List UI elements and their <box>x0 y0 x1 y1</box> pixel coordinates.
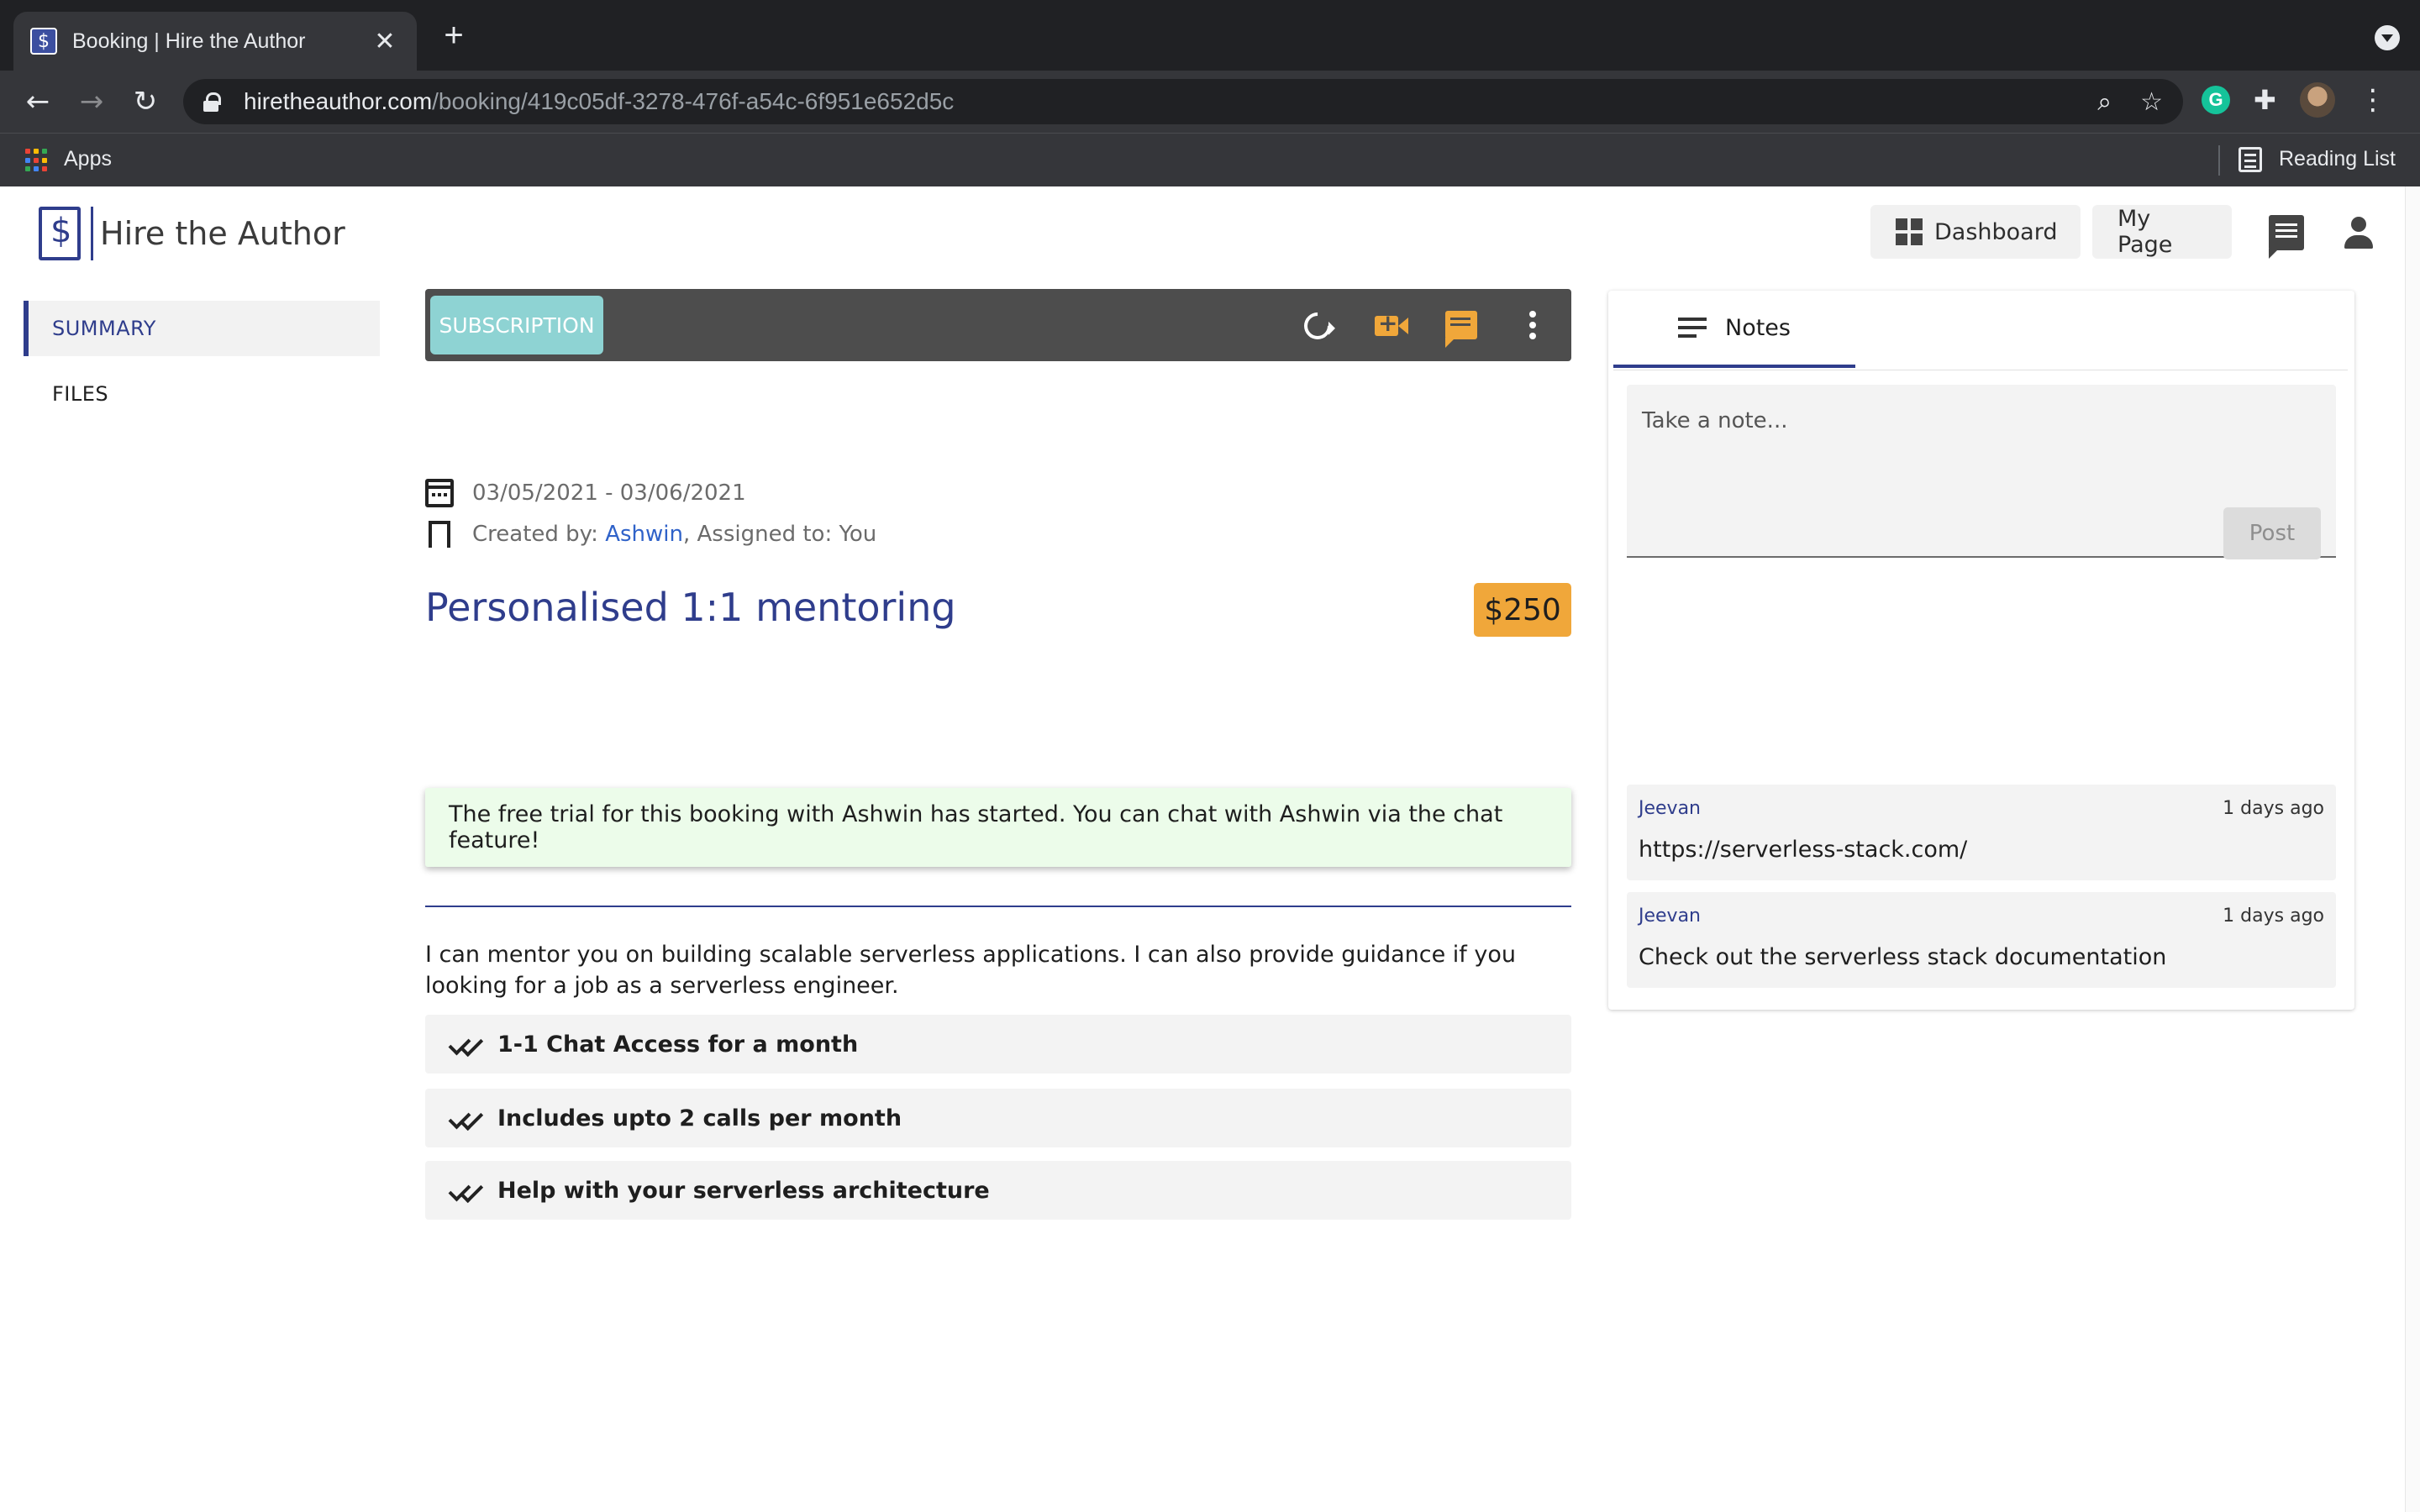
site-favicon-icon: $ <box>30 28 57 55</box>
note-text: https://serverless-stack.com/ <box>1639 837 1968 863</box>
sidebar-item-label: SUMMARY <box>52 317 156 340</box>
booking-toolbar: SUBSCRIPTION <box>425 289 1571 361</box>
dashboard-icon <box>1896 218 1923 245</box>
section-divider <box>425 906 1571 907</box>
feature-label: Help with your serverless architecture <box>497 1177 990 1204</box>
free-trial-alert: The free trial for this booking with Ash… <box>425 788 1571 867</box>
note-text: Check out the serverless stack documenta… <box>1639 944 2167 970</box>
messages-icon[interactable] <box>2269 215 2304 259</box>
created-by-prefix: Created by: <box>472 522 606 547</box>
alert-message: The free trial for this booking with Ash… <box>449 801 1503 853</box>
tab-title: Booking | Hire the Author <box>72 29 306 53</box>
dashboard-label: Dashboard <box>1934 218 2058 245</box>
address-bar[interactable]: hiretheauthor.com /booking/419c05df-3278… <box>183 79 2183 124</box>
browser-tab[interactable]: $ Booking | Hire the Author ✕ <box>13 12 417 71</box>
logo-divider <box>91 207 93 260</box>
feature-item: 1-1 Chat Access for a month <box>425 1015 1571 1074</box>
book-logo-icon <box>39 207 81 260</box>
price-badge: $250 <box>1474 583 1571 637</box>
apps-bookmark[interactable]: Apps <box>64 147 112 171</box>
close-tab-icon[interactable]: ✕ <box>370 27 400 56</box>
back-arrow-icon[interactable]: ← <box>18 82 57 121</box>
more-options-icon[interactable] <box>1529 311 1536 341</box>
bookmark-icon <box>429 521 450 553</box>
date-range-row: 03/05/2021 - 03/06/2021 <box>425 479 746 507</box>
notes-lines-icon <box>1678 318 1707 338</box>
creator-link[interactable]: Ashwin <box>605 522 683 547</box>
sidebar-item-files[interactable]: FILES <box>24 366 380 422</box>
booking-title: Personalised 1:1 mentoring <box>425 585 956 630</box>
my-page-button[interactable]: My Page <box>2092 205 2232 259</box>
page-scrollbar[interactable] <box>2405 186 2420 1512</box>
reading-list-button[interactable]: Reading List <box>2279 147 2396 171</box>
double-check-icon <box>449 1034 484 1054</box>
post-button[interactable]: Post <box>2223 507 2321 559</box>
note-item: Jeevan 1 days ago https://serverless-sta… <box>1627 785 2336 880</box>
feature-item: Includes upto 2 calls per month <box>425 1089 1571 1147</box>
double-check-icon <box>449 1180 484 1200</box>
sidebar-item-summary[interactable]: SUMMARY <box>24 301 380 356</box>
sidebar-item-label: FILES <box>52 382 109 406</box>
url-host: hiretheauthor.com <box>244 88 433 114</box>
extensions-puzzle-icon[interactable]: ✚ <box>2254 84 2276 116</box>
subscription-chip[interactable]: SUBSCRIPTION <box>430 296 603 354</box>
app-page: Hire the Author Dashboard My Page SUMMAR… <box>0 186 2405 1512</box>
account-icon[interactable] <box>2341 215 2376 250</box>
ownership-row: Created by: Ashwin , Assigned to: You <box>425 521 877 553</box>
reload-icon[interactable]: ↻ <box>126 82 165 121</box>
feature-item: Help with your serverless architecture <box>425 1161 1571 1220</box>
bookmarks-divider <box>2218 145 2220 176</box>
brand-name: Hire the Author <box>100 215 345 252</box>
profile-avatar-icon[interactable] <box>2299 82 2335 118</box>
note-item: Jeevan 1 days ago Check out the serverle… <box>1627 892 2336 988</box>
bookmark-star-icon[interactable]: ☆ <box>2140 87 2163 117</box>
brand-logo[interactable]: Hire the Author <box>39 207 345 260</box>
refresh-icon[interactable] <box>1298 307 1337 345</box>
lock-icon[interactable] <box>203 92 221 112</box>
my-page-label: My Page <box>2118 206 2173 258</box>
browser-tabstrip: $ Booking | Hire the Author ✕ + <box>0 0 2420 71</box>
grammarly-extension-icon[interactable]: G <box>2202 86 2230 114</box>
date-range: 03/05/2021 - 03/06/2021 <box>472 480 746 506</box>
url-path: /booking/419c05df-3278-476f-a54c-6f951e6… <box>432 88 955 114</box>
browser-menu-icon[interactable]: ⋮ <box>2359 83 2387 117</box>
calendar-icon <box>425 479 454 507</box>
note-timestamp: 1 days ago <box>2223 798 2324 819</box>
tab-search-icon[interactable] <box>2375 25 2400 50</box>
apps-grid-icon[interactable] <box>25 149 49 172</box>
feature-label: Includes upto 2 calls per month <box>497 1105 902 1131</box>
zoom-icon[interactable]: ⌕ <box>2097 87 2112 117</box>
video-call-icon[interactable] <box>1375 309 1408 337</box>
forward-arrow-icon[interactable]: → <box>72 82 111 121</box>
new-tab-icon[interactable]: + <box>437 18 471 52</box>
booking-description: I can mentor you on building scalable se… <box>425 942 1516 999</box>
tab-notes[interactable]: Notes <box>1613 291 1855 368</box>
browser-toolbar: ← → ↻ hiretheauthor.com /booking/419c05d… <box>0 71 2420 133</box>
bookmarks-bar: Apps Reading List <box>0 133 2420 186</box>
feature-label: 1-1 Chat Access for a month <box>497 1031 859 1058</box>
reading-list-icon[interactable] <box>2238 147 2262 172</box>
note-timestamp: 1 days ago <box>2223 906 2324 927</box>
note-author: Jeevan <box>1639 906 1702 927</box>
double-check-icon <box>449 1108 484 1128</box>
note-author: Jeevan <box>1639 798 1702 819</box>
dashboard-button[interactable]: Dashboard <box>1870 205 2081 259</box>
chat-icon[interactable] <box>1445 311 1477 348</box>
notes-panel: Notes Post Jeevan 1 days ago https://ser… <box>1608 291 2354 1010</box>
assigned-to-text: , Assigned to: You <box>682 522 877 547</box>
notes-tab-label: Notes <box>1725 314 1791 341</box>
